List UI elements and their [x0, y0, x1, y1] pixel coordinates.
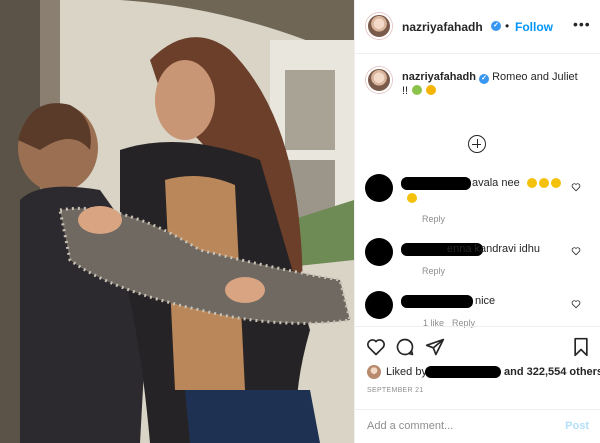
- comment-like-heart-icon[interactable]: [571, 246, 581, 256]
- caption-verified-icon: ✓: [479, 74, 490, 84]
- reply-button[interactable]: Reply: [422, 266, 445, 276]
- caption-username[interactable]: nazriyafahadh: [402, 71, 476, 83]
- comment-like-heart-icon[interactable]: [571, 182, 581, 192]
- laugh-emoji-icon: [527, 178, 537, 188]
- author-username[interactable]: nazriyafahadh: [402, 20, 483, 34]
- heart-face-emoji-icon: [426, 85, 437, 95]
- comment-text: enna kandravi idhu: [447, 243, 540, 255]
- commenter-avatar[interactable]: [365, 238, 393, 266]
- like-heart-icon[interactable]: [366, 337, 386, 357]
- liked-by-avatar[interactable]: [367, 365, 381, 379]
- post-comment-button[interactable]: Post: [565, 420, 589, 432]
- photo-illustration: [0, 0, 354, 443]
- comment-text: avala nee: [472, 177, 520, 189]
- header-separator: •: [505, 19, 510, 33]
- share-icon[interactable]: [425, 337, 445, 357]
- laugh-emoji-icon: [539, 178, 549, 188]
- add-comment-bar: Add a comment... Post: [355, 409, 600, 443]
- redacted-username: [401, 177, 471, 190]
- caption-avatar[interactable]: [366, 67, 392, 93]
- laugh-emoji-icon: [551, 178, 561, 188]
- follow-button[interactable]: Follow: [515, 20, 553, 34]
- caption-text: Romeo and Juliet: [492, 71, 578, 83]
- add-comment-input[interactable]: Add a comment...: [367, 420, 453, 432]
- post-date[interactable]: SEPTEMBER 21: [367, 387, 424, 394]
- redacted-username: [401, 295, 473, 308]
- bookmark-icon[interactable]: [572, 337, 590, 357]
- post-header: nazriyafahadh ✓ • Follow •••: [355, 0, 600, 54]
- comment-text: nice: [475, 295, 496, 307]
- comment-like-heart-icon[interactable]: [571, 299, 581, 309]
- commenter-avatar[interactable]: [365, 291, 393, 319]
- liked-by-prefix: Liked by: [386, 366, 427, 378]
- post-photo[interactable]: [0, 0, 354, 443]
- post-side-panel: nazriyafahadh ✓ • Follow ••• nazriyafaha…: [354, 0, 600, 443]
- verified-badge-icon: ✓: [491, 21, 501, 31]
- more-options-icon[interactable]: •••: [573, 16, 591, 32]
- dancing-emoji-icon: [412, 85, 423, 95]
- likes-count[interactable]: and 322,554 others: [504, 366, 600, 378]
- load-more-comments-icon[interactable]: [468, 135, 486, 153]
- caption-line2: !!: [402, 85, 409, 97]
- reply-button[interactable]: Reply: [422, 214, 445, 224]
- laugh-emoji-icon: [407, 193, 417, 203]
- comment-icon[interactable]: [395, 337, 415, 357]
- redacted-liker-name: [425, 366, 501, 378]
- post-actions: Liked by and 322,554 others SEPTEMBER 21…: [355, 326, 600, 443]
- commenter-avatar[interactable]: [365, 174, 393, 202]
- caption: nazriyafahadh ✓ Romeo and Juliet !!: [402, 70, 592, 98]
- author-avatar[interactable]: [366, 13, 392, 39]
